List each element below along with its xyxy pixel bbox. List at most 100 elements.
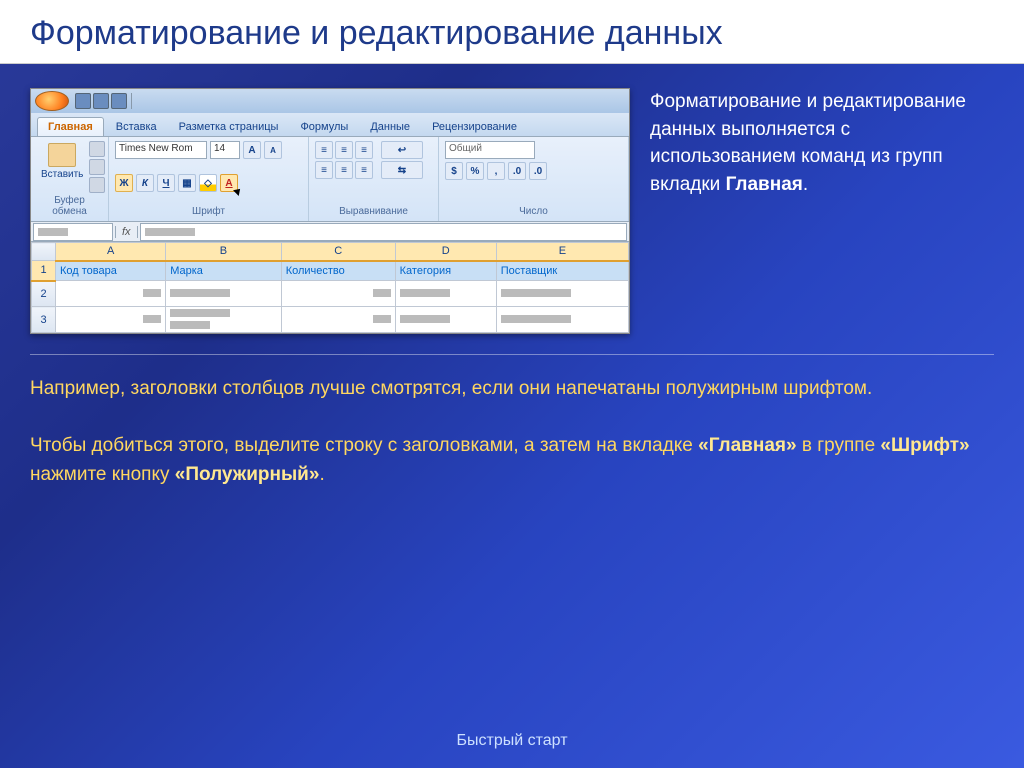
bold-button[interactable]: Ж (115, 174, 133, 192)
decrease-decimal-icon[interactable]: .0 (529, 162, 547, 180)
number-format-select[interactable]: Общий (445, 141, 535, 159)
undo-icon[interactable] (93, 93, 109, 109)
merge-icon[interactable]: ⇆ (381, 161, 423, 179)
currency-icon[interactable]: $ (445, 162, 463, 180)
ribbon: Вставить Буфер обмена Times New Rom (31, 137, 629, 222)
table-row: 2 (32, 281, 629, 307)
cell-c3[interactable] (281, 307, 395, 333)
comma-icon[interactable]: , (487, 162, 505, 180)
cell-c1[interactable]: Количество (281, 261, 395, 281)
col-header-b[interactable]: B (166, 243, 281, 261)
bottom-p1: Например, заголовки столбцов лучше смотр… (30, 375, 994, 404)
cell-a2[interactable] (56, 281, 166, 307)
col-header-c[interactable]: C (281, 243, 395, 261)
col-header-a[interactable]: A (56, 243, 166, 261)
font-size-select[interactable]: 14 (210, 141, 240, 159)
side-description: Форматирование и редактирование данных в… (650, 88, 994, 198)
bottom-p2-d: нажмите кнопку (30, 464, 175, 485)
cut-icon[interactable] (89, 141, 105, 157)
cell-b1[interactable]: Марка (166, 261, 281, 281)
underline-button[interactable]: Ч (157, 174, 175, 192)
cell-d3[interactable] (395, 307, 496, 333)
bottom-p2-b2: «Шрифт» (880, 435, 969, 456)
bottom-p2-a: Чтобы добиться этого, выделите строку с … (30, 435, 698, 456)
tab-formulas[interactable]: Формулы (290, 118, 358, 136)
percent-icon[interactable]: % (466, 162, 484, 180)
fill-color-icon[interactable]: ◇ (199, 174, 217, 192)
bottom-p2: Чтобы добиться этого, выделите строку с … (30, 432, 994, 489)
cell-e2[interactable] (496, 281, 628, 307)
excel-screenshot: Главная Вставка Разметка страницы Формул… (30, 88, 630, 334)
bottom-p2-b3: «Полужирный» (175, 464, 320, 485)
bottom-p2-b1: «Главная» (698, 435, 796, 456)
cell-d2[interactable] (395, 281, 496, 307)
group-clipboard-label: Буфер обмена (37, 195, 102, 217)
align-center-icon[interactable]: ≡ (335, 161, 353, 179)
align-middle-icon[interactable]: ≡ (335, 141, 353, 159)
shrink-font-icon[interactable]: A (264, 141, 282, 159)
group-font-label: Шрифт (115, 206, 302, 217)
table-row: 1 Код товара Марка Количество Категория … (32, 261, 629, 281)
tab-page-layout[interactable]: Разметка страницы (169, 118, 289, 136)
align-right-icon[interactable]: ≡ (355, 161, 373, 179)
formula-input[interactable] (140, 223, 627, 241)
cell-b3[interactable] (166, 307, 281, 333)
copy-icon[interactable] (89, 159, 105, 175)
grow-font-icon[interactable]: A (243, 141, 261, 159)
italic-button[interactable]: К (136, 174, 154, 192)
side-text-bold: Главная (726, 174, 803, 195)
bottom-p2-c: в группе (797, 435, 881, 456)
align-top-icon[interactable]: ≡ (315, 141, 333, 159)
office-button-icon[interactable] (35, 91, 69, 111)
redo-icon[interactable] (111, 93, 127, 109)
fx-icon[interactable]: fx (115, 226, 138, 238)
footer-text: Быстрый старт (0, 732, 1024, 750)
qat-separator (131, 93, 132, 109)
align-left-icon[interactable]: ≡ (315, 161, 333, 179)
select-all-corner[interactable] (32, 243, 56, 261)
group-align-label: Выравнивание (315, 206, 432, 217)
tab-home[interactable]: Главная (37, 117, 104, 136)
name-box[interactable] (33, 223, 113, 241)
group-number: Общий $ % , .0 .0 Число (439, 137, 629, 221)
border-icon[interactable]: ▦ (178, 174, 196, 192)
group-font: Times New Rom 14 A A Ж К Ч ▦ ◇ A Шрифт (109, 137, 309, 221)
cell-d1[interactable]: Категория (395, 261, 496, 281)
cell-b2[interactable] (166, 281, 281, 307)
paste-label: Вставить (41, 169, 83, 180)
tab-review[interactable]: Рецензирование (422, 118, 527, 136)
cell-e3[interactable] (496, 307, 628, 333)
group-number-label: Число (445, 206, 622, 217)
ribbon-tabs: Главная Вставка Разметка страницы Формул… (31, 113, 629, 137)
row-header-2[interactable]: 2 (32, 281, 56, 307)
group-clipboard: Вставить Буфер обмена (31, 137, 109, 221)
cell-e1[interactable]: Поставщик (496, 261, 628, 281)
row-header-1[interactable]: 1 (32, 261, 56, 281)
font-name-select[interactable]: Times New Rom (115, 141, 207, 159)
formula-bar: fx (31, 222, 629, 242)
increase-decimal-icon[interactable]: .0 (508, 162, 526, 180)
row-header-3[interactable]: 3 (32, 307, 56, 333)
bottom-description: Например, заголовки столбцов лучше смотр… (30, 354, 994, 489)
tab-data[interactable]: Данные (360, 118, 420, 136)
font-color-button[interactable]: A (220, 174, 238, 192)
col-header-e[interactable]: E (496, 243, 628, 261)
paste-icon (48, 143, 76, 167)
side-text-period: . (803, 174, 808, 195)
title-bar: Форматирование и редактирование данных (0, 0, 1024, 64)
cell-a3[interactable] (56, 307, 166, 333)
paste-button[interactable]: Вставить (37, 141, 87, 193)
spreadsheet-grid: A B C D E 1 Код товара Марка Количество … (31, 242, 629, 333)
cell-c2[interactable] (281, 281, 395, 307)
save-icon[interactable] (75, 93, 91, 109)
quick-access-toolbar (31, 89, 629, 113)
align-bottom-icon[interactable]: ≡ (355, 141, 373, 159)
format-painter-icon[interactable] (89, 177, 105, 193)
col-header-d[interactable]: D (395, 243, 496, 261)
group-alignment: ≡ ≡ ≡ ≡ ≡ ≡ ↩ ⇆ Выравнивание (309, 137, 439, 221)
tab-insert[interactable]: Вставка (106, 118, 167, 136)
bottom-p2-e: . (319, 464, 324, 485)
table-row: 3 (32, 307, 629, 333)
wrap-text-icon[interactable]: ↩ (381, 141, 423, 159)
cell-a1[interactable]: Код товара (56, 261, 166, 281)
